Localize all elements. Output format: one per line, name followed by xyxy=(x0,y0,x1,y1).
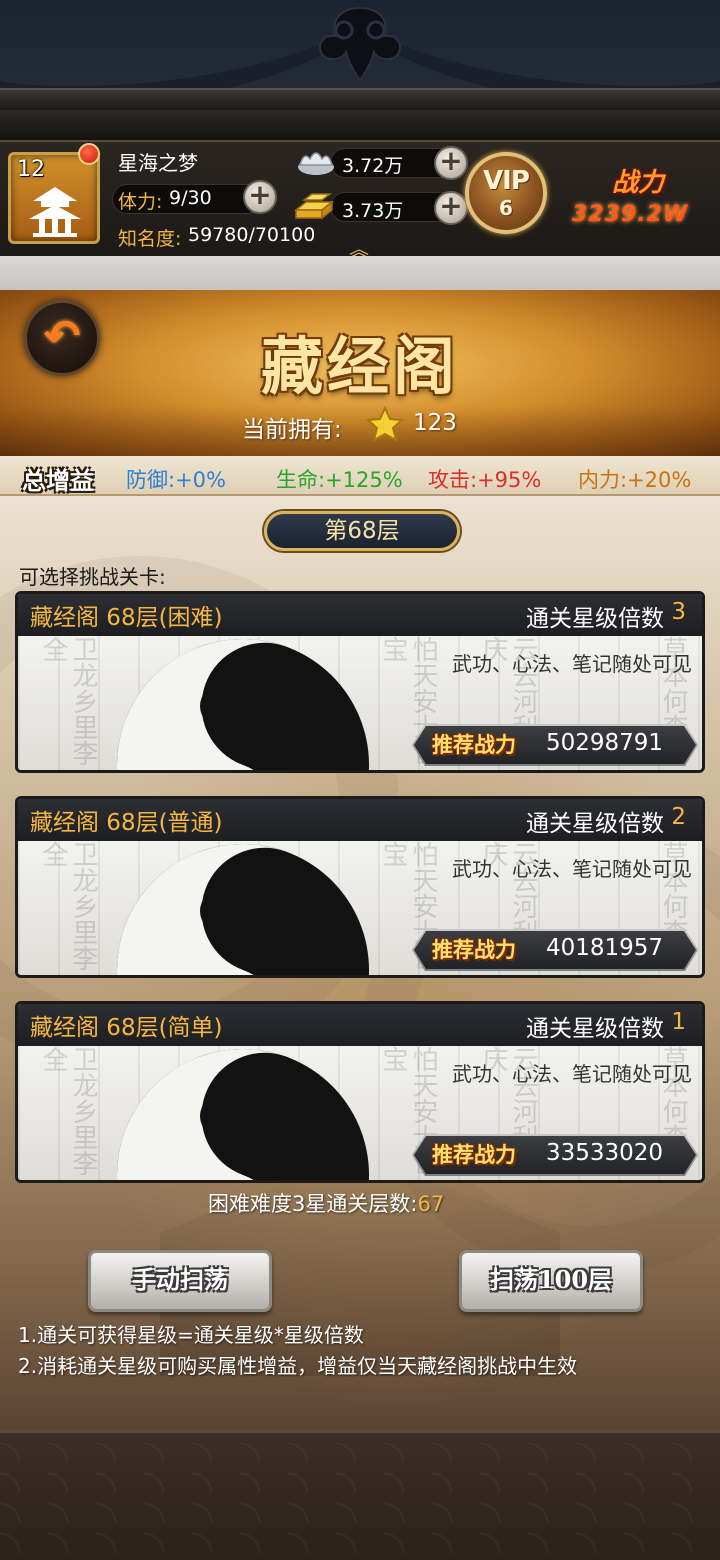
power-value: 3239.2W xyxy=(572,202,689,227)
stage-card-easy[interactable]: 卫龙乡里李全 怕天安士世宝 云去河利丁庆 草本何李 藏经阁 68层(简单) 通关… xyxy=(15,1001,705,1183)
star-multiplier-value: 1 xyxy=(671,1009,686,1035)
cleared-floors-text: 困难难度3星通关层数:67 xyxy=(208,1188,444,1218)
vip-badge[interactable]: VIP 6 xyxy=(465,152,547,234)
total-bonus-title: 总增益 xyxy=(22,466,94,495)
page-title: 藏经阁 xyxy=(260,330,459,403)
recommended-power-value: 33533020 xyxy=(546,1140,664,1166)
star-multiplier-label: 通关星级倍数 xyxy=(526,811,664,837)
rule-note-1: 1.通关可获得星级=通关星级*星级倍数 xyxy=(18,1323,364,1347)
recommended-power-label: 推荐战力 xyxy=(432,733,516,757)
star-multiplier-label: 通关星级倍数 xyxy=(526,606,664,632)
separator-strip xyxy=(0,256,720,290)
player-name: 星海之梦 xyxy=(118,151,198,175)
sweep-100-button[interactable]: 扫荡100层 xyxy=(459,1250,643,1312)
back-button[interactable]: ↶ xyxy=(24,300,100,376)
star-multiplier-label: 通关星级倍数 xyxy=(526,1016,664,1042)
stage-card-hard[interactable]: 卫龙乡里李全 怕天安士世宝 云去河利丁庆 草本何李 藏经阁 68层(困难) 通关… xyxy=(15,591,705,773)
gold-bars-icon xyxy=(293,193,335,220)
silver-ingot-icon xyxy=(298,152,334,175)
add-stamina-button[interactable]: + xyxy=(243,180,277,214)
silver-value: 3.72万 xyxy=(342,155,404,177)
stage-description: 武功、心法、笔记随处可见 xyxy=(452,1062,692,1086)
stage-card-normal[interactable]: 卫龙乡里李全 怕天安士世宝 云去河利丁庆 草本何李 藏经阁 68层(普通) 通关… xyxy=(15,796,705,978)
owned-stars-value: 123 xyxy=(413,410,457,436)
stage-name: 藏经阁 68层(简单) xyxy=(30,1015,223,1041)
recommended-power-badge: 推荐战力 40181957 xyxy=(414,931,696,969)
bottom-decoration xyxy=(0,1430,720,1560)
star-icon xyxy=(366,406,404,442)
rule-note-2: 2.消耗通关星级可购买属性增益，增益仅当天藏经阁挑战中生效 xyxy=(18,1354,578,1378)
yin-yang-icon xyxy=(117,844,369,975)
add-gold-button[interactable]: + xyxy=(434,191,468,225)
gold-value: 3.73万 xyxy=(342,200,404,222)
vip-level: 6 xyxy=(499,196,513,220)
vip-label: VIP xyxy=(483,166,530,196)
manual-sweep-button[interactable]: 手动扫荡 xyxy=(88,1250,272,1312)
stage-name: 藏经阁 68层(普通) xyxy=(30,810,223,836)
player-avatar[interactable]: 12 xyxy=(8,152,100,244)
attack-bonus: 攻击:+95% xyxy=(428,468,542,492)
player-level: 12 xyxy=(17,157,45,182)
defense-bonus: 防御:+0% xyxy=(126,468,226,492)
fame-label: 知名度: xyxy=(118,228,182,250)
temple-icon xyxy=(29,187,81,237)
life-bonus: 生命:+125% xyxy=(276,468,403,492)
recommended-power-value: 40181957 xyxy=(546,935,664,961)
power-label: 战力 xyxy=(612,168,665,198)
cleared-floors-value: 67 xyxy=(417,1192,445,1216)
stage-description: 武功、心法、笔记随处可见 xyxy=(452,857,692,881)
notification-dot xyxy=(78,143,100,165)
owned-stars-label: 当前拥有: xyxy=(242,417,342,443)
stage-description: 武功、心法、笔记随处可见 xyxy=(452,652,692,676)
inner-bonus: 内力:+20% xyxy=(578,468,692,492)
yin-yang-icon xyxy=(117,1049,369,1180)
recommended-power-badge: 推荐战力 33533020 xyxy=(414,1136,696,1174)
recommended-power-badge: 推荐战力 50298791 xyxy=(414,726,696,764)
star-multiplier-value: 3 xyxy=(671,599,686,625)
stamina-value: 9/30 xyxy=(169,187,212,209)
recommended-power-label: 推荐战力 xyxy=(432,938,516,962)
recommended-power-value: 50298791 xyxy=(546,730,664,756)
roof-decoration xyxy=(0,0,720,140)
recommended-power-label: 推荐战力 xyxy=(432,1143,516,1167)
cleared-floors-label: 困难难度3星通关层数: xyxy=(208,1192,418,1216)
fame-value: 59780/70100 xyxy=(188,224,316,246)
add-silver-button[interactable]: + xyxy=(434,146,468,180)
select-stage-label: 可选择挑战关卡: xyxy=(19,565,166,589)
stamina-label: 体力: xyxy=(118,191,163,213)
yin-yang-icon xyxy=(117,639,369,770)
stage-name: 藏经阁 68层(困难) xyxy=(30,605,223,631)
floor-badge: 第68层 xyxy=(264,511,460,551)
star-multiplier-value: 2 xyxy=(671,804,686,830)
cloud-ornament-icon xyxy=(310,0,410,82)
